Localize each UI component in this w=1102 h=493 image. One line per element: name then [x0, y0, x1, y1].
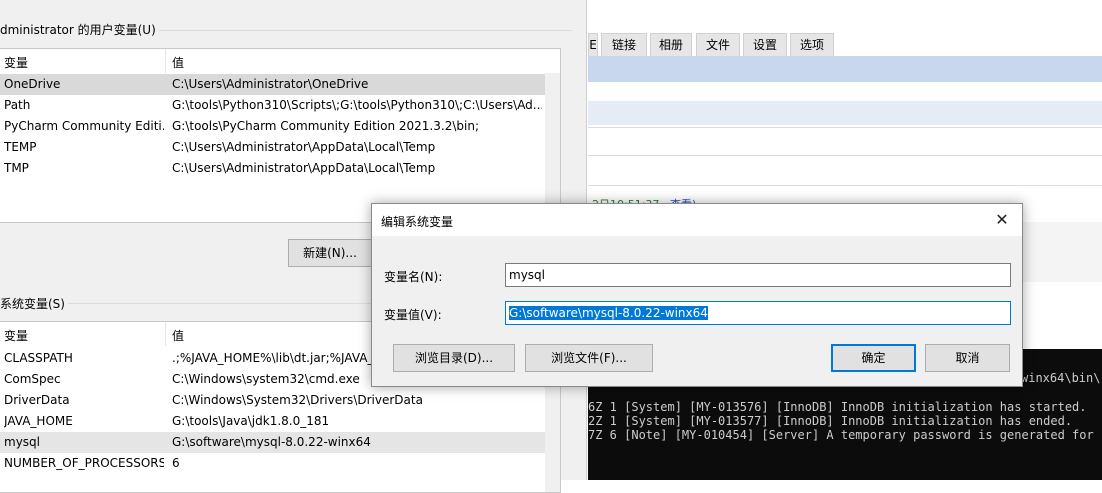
- tab-settings-label: 设置: [752, 38, 777, 52]
- browse-file-button[interactable]: 浏览文件(F)...: [525, 344, 653, 372]
- console-line: 6Z 1 [System] [MY-013576] [InnoDB] InnoD…: [588, 400, 1087, 414]
- user-vars-header: 变量 值: [0, 49, 560, 73]
- edit-system-variable-dialog: 编辑系统变量 ✕ 变量名(N): mysql 变量值(V): G:\softwa…: [371, 203, 1023, 387]
- variable-name-input[interactable]: mysql: [505, 263, 1011, 287]
- var-value: C:\Users\Administrator\AppData\Local\Tem…: [172, 161, 436, 175]
- list-item[interactable]: Path G:\tools\Python310\Scripts\;G:\tool…: [0, 95, 545, 116]
- var-name: NUMBER_OF_PROCESSORS: [4, 456, 164, 470]
- list-item[interactable]: PyCharm Community Editi... G:\tools\PyCh…: [0, 116, 545, 137]
- divider: [588, 155, 1102, 156]
- list-item[interactable]: NUMBER_OF_PROCESSORS 6: [0, 453, 545, 474]
- column-divider[interactable]: [165, 322, 166, 346]
- console-line: 7Z 6 [Note] [MY-010454] [Server] A tempo…: [588, 428, 1102, 442]
- system-vars-col-name[interactable]: 变量: [4, 327, 28, 344]
- var-name: ComSpec: [4, 372, 61, 386]
- console-line: winx64\bin\: [1021, 371, 1101, 385]
- variable-value-input[interactable]: G:\software\mysql-8.0.22-winx64: [505, 301, 1011, 325]
- ok-button[interactable]: 确定: [831, 344, 916, 372]
- var-name: DriverData: [4, 393, 70, 407]
- list-item[interactable]: DriverData C:\Windows\System32\Drivers\D…: [0, 390, 545, 411]
- var-name: PyCharm Community Editi...: [4, 119, 164, 133]
- close-icon[interactable]: ✕: [982, 204, 1022, 236]
- var-name: JAVA_HOME: [4, 414, 73, 428]
- dialog-title: 编辑系统变量: [381, 215, 454, 229]
- variable-name-value: mysql: [509, 268, 545, 282]
- cancel-button[interactable]: 取消: [925, 344, 1010, 372]
- info-band: [588, 101, 1102, 125]
- tab-partial-label: E: [589, 38, 597, 52]
- list-item[interactable]: TEMP C:\Users\Administrator\AppData\Loca…: [0, 137, 545, 158]
- list-item[interactable]: OneDrive C:\Users\Administrator\OneDrive: [0, 74, 545, 95]
- user-vars-list[interactable]: 变量 值 OneDrive C:\Users\Administrator\One…: [0, 48, 561, 223]
- var-value: G:\tools\Python310\Scripts\;G:\tools\Pyt…: [172, 98, 542, 112]
- list-item[interactable]: JAVA_HOME G:\tools\Java\jdk1.8.0_181: [0, 411, 545, 432]
- var-value: G:\tools\PyCharm Community Edition 2021.…: [172, 119, 479, 133]
- column-divider[interactable]: [165, 49, 166, 73]
- tab-files[interactable]: 文件: [696, 33, 740, 56]
- var-value: C:\Windows\System32\Drivers\DriverData: [172, 393, 423, 407]
- header-band: [588, 56, 1102, 82]
- tab-settings[interactable]: 设置: [743, 33, 787, 56]
- system-vars-col-value[interactable]: 值: [172, 327, 184, 344]
- var-value: C:\Users\Administrator\OneDrive: [172, 77, 369, 91]
- tab-album[interactable]: 相册: [650, 33, 692, 56]
- dialog-titlebar[interactable]: 编辑系统变量 ✕: [372, 204, 1022, 236]
- user-vars-group-label: dministrator 的用户变量(U): [0, 21, 159, 38]
- var-value: C:\Users\Administrator\AppData\Local\Tem…: [172, 140, 436, 154]
- tab-partial[interactable]: E: [588, 33, 598, 56]
- tab-album-label: 相册: [658, 38, 683, 52]
- browse-directory-button[interactable]: 浏览目录(D)...: [393, 344, 515, 372]
- variable-name-label: 变量名(N):: [384, 270, 443, 284]
- tab-links-label: 链接: [611, 38, 636, 52]
- var-value: 6: [172, 456, 180, 470]
- var-name: TEMP: [4, 140, 37, 154]
- var-value: G:\tools\Java\jdk1.8.0_181: [172, 414, 330, 428]
- tab-files-label: 文件: [705, 38, 730, 52]
- var-name: CLASSPATH: [4, 351, 73, 365]
- var-name: OneDrive: [4, 77, 61, 91]
- user-vars-scrollbar[interactable]: [545, 73, 560, 222]
- var-name: Path: [4, 98, 31, 112]
- new-user-var-button[interactable]: 新建(N)...: [288, 239, 372, 267]
- tab-links[interactable]: 链接: [601, 33, 647, 56]
- var-name: mysql: [4, 435, 40, 449]
- variable-value-text: G:\software\mysql-8.0.22-winx64: [509, 306, 708, 320]
- var-value: G:\software\mysql-8.0.22-winx64: [172, 435, 371, 449]
- user-vars-col-name[interactable]: 变量: [4, 54, 28, 71]
- tab-options[interactable]: 选项: [790, 33, 834, 56]
- divider: [588, 185, 1102, 186]
- divider: [588, 127, 1102, 128]
- variable-value-label: 变量值(V):: [384, 308, 442, 322]
- console-line: 2Z 1 [System] [MY-013577] [InnoDB] InnoD…: [588, 414, 1073, 428]
- list-item[interactable]: TMP C:\Users\Administrator\AppData\Local…: [0, 158, 545, 179]
- user-vars-col-value[interactable]: 值: [172, 54, 184, 71]
- var-name: TMP: [4, 161, 29, 175]
- tab-options-label: 选项: [799, 38, 824, 52]
- list-item[interactable]: mysql G:\software\mysql-8.0.22-winx64: [0, 432, 545, 453]
- system-vars-group-label: 系统变量(S): [0, 295, 68, 312]
